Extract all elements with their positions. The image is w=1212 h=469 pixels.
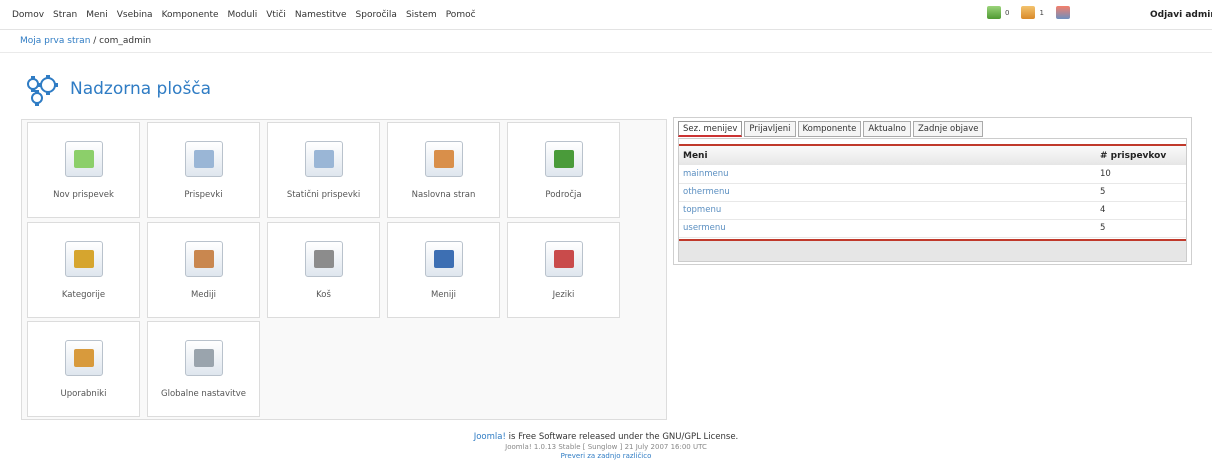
table-row: othermenu 5	[679, 183, 1186, 202]
page-footer: Joomla! is Free Software released under …	[0, 432, 1212, 460]
tab-latest[interactable]: Zadnje objave	[912, 121, 984, 137]
control-panel: Nov prispevek Prispevki Statični prispev…	[21, 119, 667, 420]
tile-languages[interactable]: Jeziki	[507, 222, 620, 318]
info-tabs-panel: Sez. menijev Prijavljeni Komponente Aktu…	[673, 117, 1192, 265]
check-version-link[interactable]: Preveri za zadnjo različico	[0, 452, 1212, 460]
tab-bar: Sez. menijev Prijavljeni Komponente Aktu…	[678, 121, 984, 137]
menu-item-stran[interactable]: Stran	[53, 10, 77, 20]
tab-menu-list[interactable]: Sez. menijev	[678, 121, 743, 137]
tile-label: Meniji	[430, 290, 457, 300]
item-count: 5	[1096, 219, 1186, 238]
static-articles-icon	[305, 141, 343, 177]
sections-icon	[545, 141, 583, 177]
menu-stats-table: Meni # prispevkov mainmenu 10 othermenu …	[679, 144, 1186, 238]
online-users-count: 1	[1039, 8, 1044, 17]
global-config-icon	[185, 340, 223, 376]
menu-item-vtici[interactable]: Vtiči	[266, 10, 286, 20]
messages-icon[interactable]	[987, 6, 1001, 19]
item-count: 5	[1096, 183, 1186, 202]
menu-item-meni[interactable]: Meni	[86, 10, 108, 20]
tab-components[interactable]: Komponente	[797, 121, 862, 137]
categories-icon	[65, 241, 103, 277]
status-area: 0 1	[987, 6, 1070, 19]
tile-label: Koš	[316, 290, 331, 300]
table-row: mainmenu 10	[679, 165, 1186, 184]
menu-link[interactable]: othermenu	[679, 183, 1096, 202]
menu-link[interactable]: mainmenu	[679, 165, 1096, 184]
menu-link[interactable]: topmenu	[679, 201, 1096, 220]
users-icon	[1055, 6, 1070, 19]
menu-item-namestitve[interactable]: Namestitve	[295, 10, 347, 20]
item-count: 4	[1096, 201, 1186, 220]
tile-label: Uporabniki	[60, 389, 107, 399]
logout-link[interactable]: Odjavi admin	[1150, 10, 1212, 20]
version-text: Joomla! 1.0.13 Stable [ Sunglow ] 21 Jul…	[505, 443, 707, 451]
tile-new-article[interactable]: Nov prispevek	[27, 122, 140, 218]
tile-trash[interactable]: Koš	[267, 222, 380, 318]
tile-global-config[interactable]: Globalne nastavitve	[147, 321, 260, 417]
menu-item-pomoc[interactable]: Pomoč	[446, 10, 476, 20]
column-header-count: # prispevkov	[1096, 144, 1186, 165]
table-footer	[679, 239, 1186, 261]
item-count: 10	[1096, 165, 1186, 184]
joomla-link[interactable]: Joomla!	[474, 432, 506, 442]
tile-frontpage[interactable]: Naslovna stran	[387, 122, 500, 218]
tile-categories[interactable]: Kategorije	[27, 222, 140, 318]
tile-users[interactable]: Uporabniki	[27, 321, 140, 417]
breadcrumb-separator: /	[90, 36, 100, 46]
frontpage-icon	[425, 141, 463, 177]
tile-label: Naslovna stran	[411, 190, 476, 200]
menu-item-sistem[interactable]: Sistem	[406, 10, 437, 20]
tile-sections[interactable]: Področja	[507, 122, 620, 218]
tab-logged-in[interactable]: Prijavljeni	[744, 121, 796, 137]
menu-link[interactable]: usermenu	[679, 219, 1096, 238]
new-article-icon	[65, 141, 103, 177]
online-user-icon	[1021, 6, 1036, 19]
table-header-row: Meni # prispevkov	[679, 144, 1186, 165]
tab-popular[interactable]: Aktualno	[863, 121, 911, 137]
trash-icon	[305, 241, 343, 277]
messages-count: 0	[1005, 8, 1010, 17]
top-menu-bar: Domov Stran Meni Vsebina Komponente Modu…	[0, 0, 1212, 30]
menu-item-moduli[interactable]: Moduli	[228, 10, 258, 20]
table-row: usermenu 5	[679, 219, 1186, 238]
tile-label: Področja	[545, 190, 582, 200]
tile-label: Prispevki	[184, 190, 223, 200]
table-row: topmenu 4	[679, 201, 1186, 220]
users-icon	[65, 340, 103, 376]
tile-static-articles[interactable]: Statični prispevki	[267, 122, 380, 218]
column-header-menu: Meni	[679, 144, 1096, 165]
tile-articles[interactable]: Prispevki	[147, 122, 260, 218]
tile-label: Statični prispevki	[286, 190, 361, 200]
menu-item-vsebina[interactable]: Vsebina	[117, 10, 153, 20]
tab-content: Meni # prispevkov mainmenu 10 othermenu …	[678, 138, 1187, 262]
breadcrumb: Moja prva stran / com_admin	[20, 36, 151, 46]
menu-item-domov[interactable]: Domov	[12, 10, 44, 20]
breadcrumb-home-link[interactable]: Moja prva stran	[20, 36, 90, 46]
media-icon	[185, 241, 223, 277]
articles-icon	[185, 141, 223, 177]
tile-label: Kategorije	[61, 290, 106, 300]
tile-media[interactable]: Mediji	[147, 222, 260, 318]
license-line: Joomla! is Free Software released under …	[0, 432, 1212, 442]
main-menu: Domov Stran Meni Vsebina Komponente Modu…	[12, 10, 476, 20]
gears-icon	[27, 75, 58, 106]
breadcrumb-current: com_admin	[99, 36, 152, 46]
menu-item-sporocila[interactable]: Sporočila	[356, 10, 397, 20]
license-text: is Free Software released under the GNU/…	[505, 432, 739, 442]
tile-menus[interactable]: Meniji	[387, 222, 500, 318]
tile-label: Globalne nastavitve	[161, 389, 246, 399]
languages-icon	[545, 241, 583, 277]
breadcrumb-divider	[0, 52, 1212, 53]
tile-label: Jeziki	[552, 290, 575, 300]
tile-label: Mediji	[190, 290, 217, 300]
menus-icon	[425, 241, 463, 277]
menu-item-komponente[interactable]: Komponente	[162, 10, 219, 20]
tile-label: Nov prispevek	[53, 190, 114, 200]
page-title: Nadzorna plošča	[70, 79, 212, 99]
